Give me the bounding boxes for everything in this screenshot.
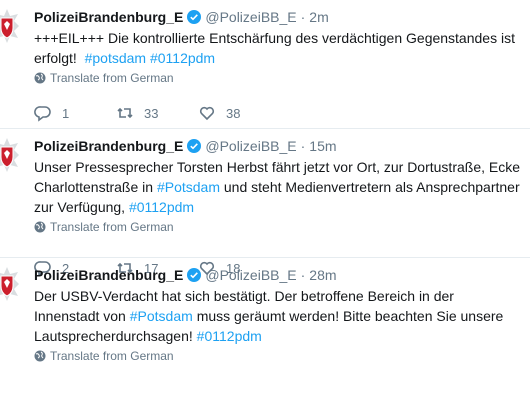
translate-link[interactable]: Translate from German [34,71,520,85]
author-handle[interactable]: @PolizeiBB_E [205,8,296,26]
hashtag-link[interactable]: #Potsdam [157,179,220,195]
separator-dot: · [300,9,306,25]
translate-label[interactable]: Translate from German [50,71,174,85]
globe-icon [34,72,46,84]
verified-badge-icon [187,139,202,153]
reply-icon [34,106,51,122]
retweet-count: 33 [144,105,159,121]
timestamp[interactable]: 15m [309,137,336,155]
police-star-avatar[interactable] [0,137,20,173]
heart-icon [199,106,215,121]
verified-badge-icon [187,268,202,282]
verified-badge-icon [187,10,202,24]
tweet[interactable]: PolizeiBrandenburg_E @PolizeiBB_E · 28m … [0,258,530,400]
reply-count: 1 [62,105,70,121]
timestamp[interactable]: 28m [309,266,336,284]
police-star-avatar[interactable] [0,266,20,302]
separator-dot: · [300,138,306,154]
hashtag-link[interactable]: #0112pdm [197,328,262,344]
translate-label[interactable]: Translate from German [50,349,174,363]
tweet-text: Der USBV-Verdacht hat sich bestätigt. De… [34,286,520,346]
hashtag-link[interactable]: #Potsdam [130,308,193,324]
police-star-avatar[interactable] [0,8,20,44]
author-name[interactable]: PolizeiBrandenburg_E [34,137,183,155]
author-handle[interactable]: @PolizeiBB_E [205,137,296,155]
hashtag-link[interactable]: #0112pdm [150,50,215,66]
hashtag-link[interactable]: #0112pdm [129,199,194,215]
translate-link[interactable]: Translate from German [34,349,520,363]
like-count: 38 [226,105,241,121]
author-name[interactable]: PolizeiBrandenburg_E [34,8,183,26]
reply-button[interactable]: 1 [34,104,116,122]
tweet-actions: 1 33 38 [34,104,280,122]
timestamp[interactable]: 2m [309,8,328,26]
separator-dot: · [300,267,306,283]
translate-label[interactable]: Translate from German [50,220,174,234]
author-name[interactable]: PolizeiBrandenburg_E [34,266,183,284]
tweet[interactable]: PolizeiBrandenburg_E @PolizeiBB_E · 2m +… [0,0,530,129]
translate-link[interactable]: Translate from German [34,220,520,234]
tweet[interactable]: PolizeiBrandenburg_E @PolizeiBB_E · 15m … [0,129,530,277]
globe-icon [34,350,46,362]
author-handle[interactable]: @PolizeiBB_E [205,266,296,284]
retweet-icon [117,107,133,119]
retweet-button[interactable]: 33 [116,104,198,122]
like-button[interactable]: 38 [198,104,280,122]
globe-icon [34,221,46,233]
tweet-text: Unser Pressesprecher Torsten Herbst fähr… [34,157,520,217]
tweet-text: +++EIL+++ Die kontrollierte Entschärfung… [34,28,520,68]
hashtag-link[interactable]: #potsdam [85,50,146,66]
